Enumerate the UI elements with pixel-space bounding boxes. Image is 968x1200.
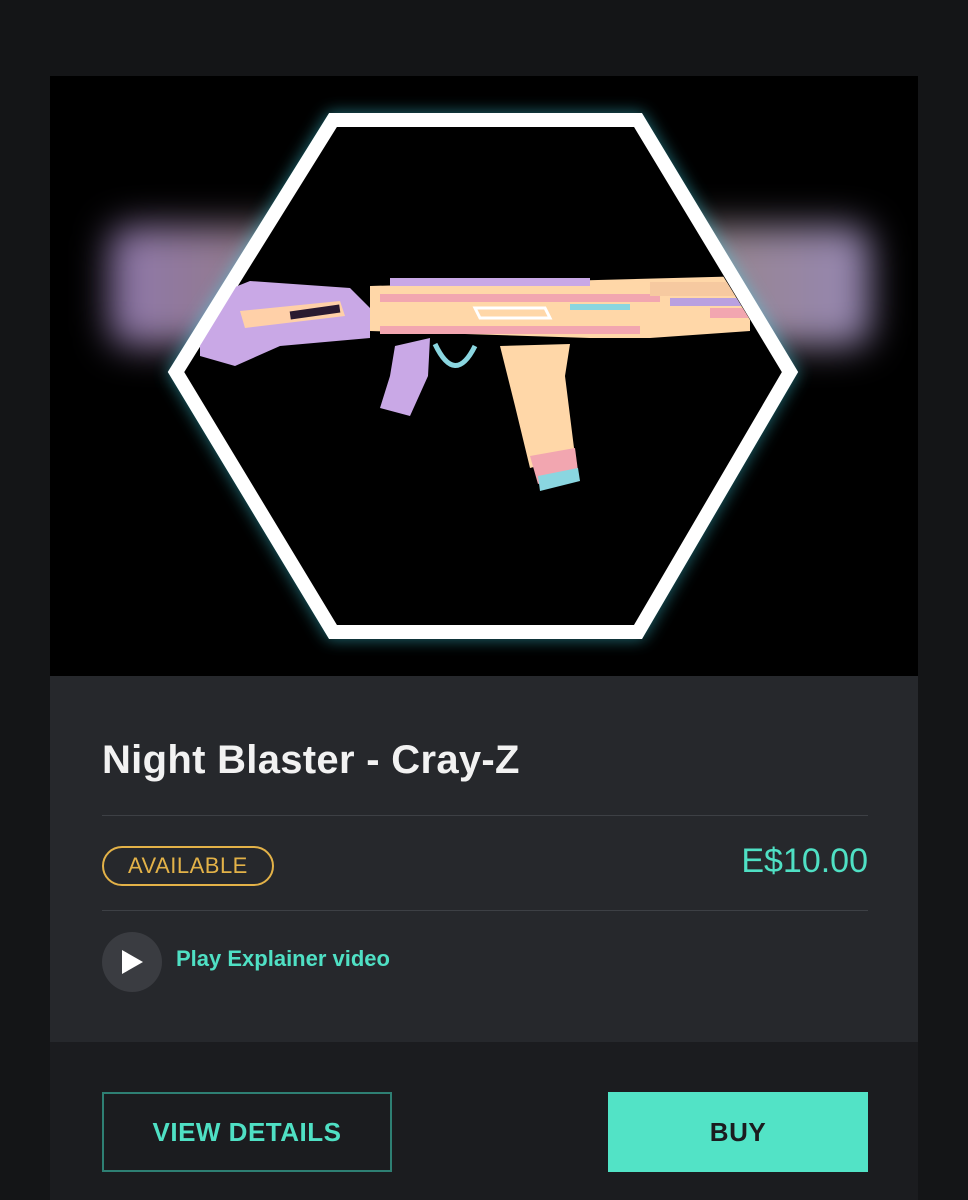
product-card: Night Blaster - Cray-Z AVAILABLE E$10.00… [50,76,918,1200]
product-price: E$10.00 [741,842,868,880]
play-video-link[interactable]: Play Explainer video [176,946,390,972]
play-icon [122,950,143,974]
product-image [50,76,918,676]
status-badge: AVAILABLE [102,846,274,886]
product-title: Night Blaster - Cray-Z [102,738,520,782]
divider [102,815,868,816]
divider [102,910,868,911]
play-video-button[interactable] [102,932,162,992]
buy-button[interactable]: BUY [608,1092,868,1172]
view-details-button[interactable]: VIEW DETAILS [102,1092,392,1172]
weapon-hex-frame [167,113,799,639]
product-info-panel: Night Blaster - Cray-Z AVAILABLE E$10.00… [50,676,918,1042]
